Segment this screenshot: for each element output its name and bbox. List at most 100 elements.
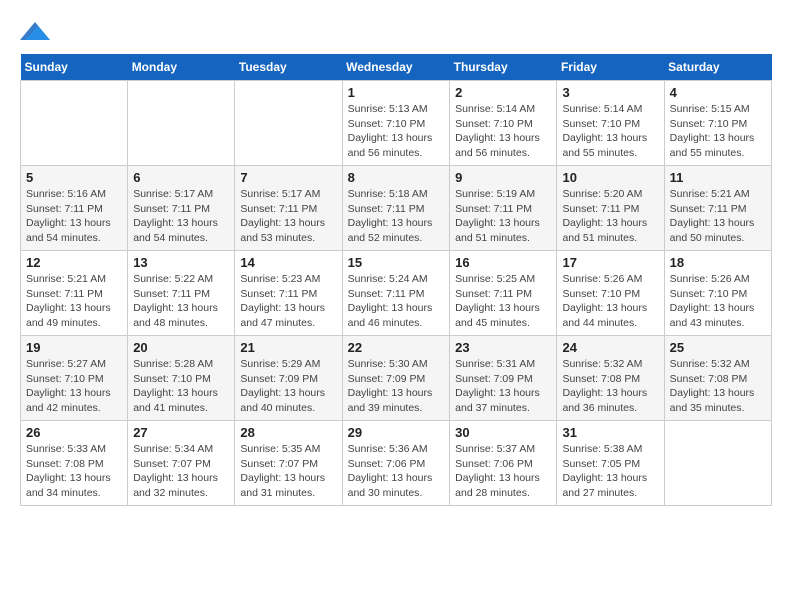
- logo-icon: [20, 20, 50, 44]
- day-number: 14: [240, 255, 336, 270]
- page-header: [20, 20, 772, 44]
- calendar-cell: 19 Sunrise: 5:27 AM Sunset: 7:10 PM Dayli…: [21, 336, 128, 421]
- day-number: 8: [348, 170, 445, 185]
- day-info: Sunrise: 5:31 AM Sunset: 7:09 PM Dayligh…: [455, 357, 551, 416]
- calendar-cell: 21 Sunrise: 5:29 AM Sunset: 7:09 PM Dayli…: [235, 336, 342, 421]
- day-number: 18: [670, 255, 766, 270]
- day-info: Sunrise: 5:32 AM Sunset: 7:08 PM Dayligh…: [670, 357, 766, 416]
- calendar-cell: 16Sunrise: 5:25 AM Sunset: 7:11 PM Dayli…: [450, 251, 557, 336]
- day-number: 24: [562, 340, 658, 355]
- day-number: 19: [26, 340, 122, 355]
- day-info: Sunrise: 5:29 AM Sunset: 7:09 PM Dayligh…: [240, 357, 336, 416]
- calendar-header-row: SundayMondayTuesdayWednesdayThursdayFrid…: [21, 54, 772, 81]
- calendar-cell: 29 Sunrise: 5:36 AM Sunset: 7:06 PM Dayli…: [342, 421, 450, 506]
- day-number: 28: [240, 425, 336, 440]
- day-number: 30: [455, 425, 551, 440]
- column-header-thursday: Thursday: [450, 54, 557, 81]
- day-info: Sunrise: 5:23 AM Sunset: 7:11 PM Dayligh…: [240, 272, 336, 331]
- column-header-sunday: Sunday: [21, 54, 128, 81]
- day-number: 3: [562, 85, 658, 100]
- day-number: 7: [240, 170, 336, 185]
- day-info: Sunrise: 5:24 AM Sunset: 7:11 PM Dayligh…: [348, 272, 445, 331]
- day-number: 23: [455, 340, 551, 355]
- calendar-cell: 7 Sunrise: 5:17 AM Sunset: 7:11 PM Daylig…: [235, 166, 342, 251]
- day-info: Sunrise: 5:38 AM Sunset: 7:05 PM Dayligh…: [562, 442, 658, 501]
- calendar-week-row: 5 Sunrise: 5:16 AM Sunset: 7:11 PM Daylig…: [21, 166, 772, 251]
- day-info: Sunrise: 5:36 AM Sunset: 7:06 PM Dayligh…: [348, 442, 445, 501]
- day-number: 13: [133, 255, 229, 270]
- column-header-tuesday: Tuesday: [235, 54, 342, 81]
- day-info: Sunrise: 5:28 AM Sunset: 7:10 PM Dayligh…: [133, 357, 229, 416]
- calendar-cell: 26 Sunrise: 5:33 AM Sunset: 7:08 PM Dayli…: [21, 421, 128, 506]
- calendar-cell: 8 Sunrise: 5:18 AM Sunset: 7:11 PM Daylig…: [342, 166, 450, 251]
- day-number: 26: [26, 425, 122, 440]
- calendar-cell: 24 Sunrise: 5:32 AM Sunset: 7:08 PM Dayli…: [557, 336, 664, 421]
- day-number: 16: [455, 255, 551, 270]
- calendar-cell: 9Sunrise: 5:19 AM Sunset: 7:11 PM Daylig…: [450, 166, 557, 251]
- day-number: 5: [26, 170, 122, 185]
- calendar-cell: 6Sunrise: 5:17 AM Sunset: 7:11 PM Daylig…: [128, 166, 235, 251]
- calendar-week-row: 19 Sunrise: 5:27 AM Sunset: 7:10 PM Dayli…: [21, 336, 772, 421]
- day-number: 21: [240, 340, 336, 355]
- day-info: Sunrise: 5:18 AM Sunset: 7:11 PM Dayligh…: [348, 187, 445, 246]
- day-info: Sunrise: 5:26 AM Sunset: 7:10 PM Dayligh…: [670, 272, 766, 331]
- day-number: 20: [133, 340, 229, 355]
- calendar-cell: 12 Sunrise: 5:21 AM Sunset: 7:11 PM Dayli…: [21, 251, 128, 336]
- calendar-cell: 28 Sunrise: 5:35 AM Sunset: 7:07 PM Dayli…: [235, 421, 342, 506]
- calendar-cell: 18 Sunrise: 5:26 AM Sunset: 7:10 PM Dayli…: [664, 251, 771, 336]
- calendar-cell: 31 Sunrise: 5:38 AM Sunset: 7:05 PM Dayli…: [557, 421, 664, 506]
- calendar-cell: 14 Sunrise: 5:23 AM Sunset: 7:11 PM Dayli…: [235, 251, 342, 336]
- day-info: Sunrise: 5:13 AM Sunset: 7:10 PM Dayligh…: [348, 102, 445, 161]
- day-info: Sunrise: 5:20 AM Sunset: 7:11 PM Dayligh…: [562, 187, 658, 246]
- day-number: 10: [562, 170, 658, 185]
- day-info: Sunrise: 5:16 AM Sunset: 7:11 PM Dayligh…: [26, 187, 122, 246]
- day-number: 6: [133, 170, 229, 185]
- day-number: 15: [348, 255, 445, 270]
- day-info: Sunrise: 5:21 AM Sunset: 7:11 PM Dayligh…: [26, 272, 122, 331]
- day-info: Sunrise: 5:33 AM Sunset: 7:08 PM Dayligh…: [26, 442, 122, 501]
- day-info: Sunrise: 5:15 AM Sunset: 7:10 PM Dayligh…: [670, 102, 766, 161]
- column-header-saturday: Saturday: [664, 54, 771, 81]
- day-info: Sunrise: 5:22 AM Sunset: 7:11 PM Dayligh…: [133, 272, 229, 331]
- calendar-cell: 2Sunrise: 5:14 AM Sunset: 7:10 PM Daylig…: [450, 81, 557, 166]
- calendar-cell: 25 Sunrise: 5:32 AM Sunset: 7:08 PM Dayli…: [664, 336, 771, 421]
- day-info: Sunrise: 5:27 AM Sunset: 7:10 PM Dayligh…: [26, 357, 122, 416]
- calendar-cell: 20 Sunrise: 5:28 AM Sunset: 7:10 PM Dayli…: [128, 336, 235, 421]
- column-header-monday: Monday: [128, 54, 235, 81]
- day-number: 25: [670, 340, 766, 355]
- column-header-friday: Friday: [557, 54, 664, 81]
- column-header-wednesday: Wednesday: [342, 54, 450, 81]
- calendar-cell: 10 Sunrise: 5:20 AM Sunset: 7:11 PM Dayli…: [557, 166, 664, 251]
- day-number: 17: [562, 255, 658, 270]
- logo: [20, 20, 54, 44]
- day-info: Sunrise: 5:21 AM Sunset: 7:11 PM Dayligh…: [670, 187, 766, 246]
- calendar-cell: 22 Sunrise: 5:30 AM Sunset: 7:09 PM Dayli…: [342, 336, 450, 421]
- day-number: 1: [348, 85, 445, 100]
- day-info: Sunrise: 5:17 AM Sunset: 7:11 PM Dayligh…: [240, 187, 336, 246]
- day-info: Sunrise: 5:19 AM Sunset: 7:11 PM Dayligh…: [455, 187, 551, 246]
- day-number: 31: [562, 425, 658, 440]
- calendar-cell: 27Sunrise: 5:34 AM Sunset: 7:07 PM Dayli…: [128, 421, 235, 506]
- day-info: Sunrise: 5:35 AM Sunset: 7:07 PM Dayligh…: [240, 442, 336, 501]
- calendar-cell: 1 Sunrise: 5:13 AM Sunset: 7:10 PM Daylig…: [342, 81, 450, 166]
- calendar-cell: [21, 81, 128, 166]
- day-number: 22: [348, 340, 445, 355]
- day-info: Sunrise: 5:32 AM Sunset: 7:08 PM Dayligh…: [562, 357, 658, 416]
- day-number: 27: [133, 425, 229, 440]
- day-info: Sunrise: 5:14 AM Sunset: 7:10 PM Dayligh…: [562, 102, 658, 161]
- calendar-table: SundayMondayTuesdayWednesdayThursdayFrid…: [20, 54, 772, 506]
- calendar-cell: 5 Sunrise: 5:16 AM Sunset: 7:11 PM Daylig…: [21, 166, 128, 251]
- day-info: Sunrise: 5:30 AM Sunset: 7:09 PM Dayligh…: [348, 357, 445, 416]
- day-info: Sunrise: 5:14 AM Sunset: 7:10 PM Dayligh…: [455, 102, 551, 161]
- day-info: Sunrise: 5:26 AM Sunset: 7:10 PM Dayligh…: [562, 272, 658, 331]
- calendar-cell: 13 Sunrise: 5:22 AM Sunset: 7:11 PM Dayli…: [128, 251, 235, 336]
- calendar-week-row: 12 Sunrise: 5:21 AM Sunset: 7:11 PM Dayli…: [21, 251, 772, 336]
- calendar-cell: 4 Sunrise: 5:15 AM Sunset: 7:10 PM Daylig…: [664, 81, 771, 166]
- calendar-cell: [235, 81, 342, 166]
- calendar-cell: 23 Sunrise: 5:31 AM Sunset: 7:09 PM Dayli…: [450, 336, 557, 421]
- day-number: 29: [348, 425, 445, 440]
- calendar-week-row: 1 Sunrise: 5:13 AM Sunset: 7:10 PM Daylig…: [21, 81, 772, 166]
- day-number: 4: [670, 85, 766, 100]
- calendar-cell: 17 Sunrise: 5:26 AM Sunset: 7:10 PM Dayli…: [557, 251, 664, 336]
- day-number: 12: [26, 255, 122, 270]
